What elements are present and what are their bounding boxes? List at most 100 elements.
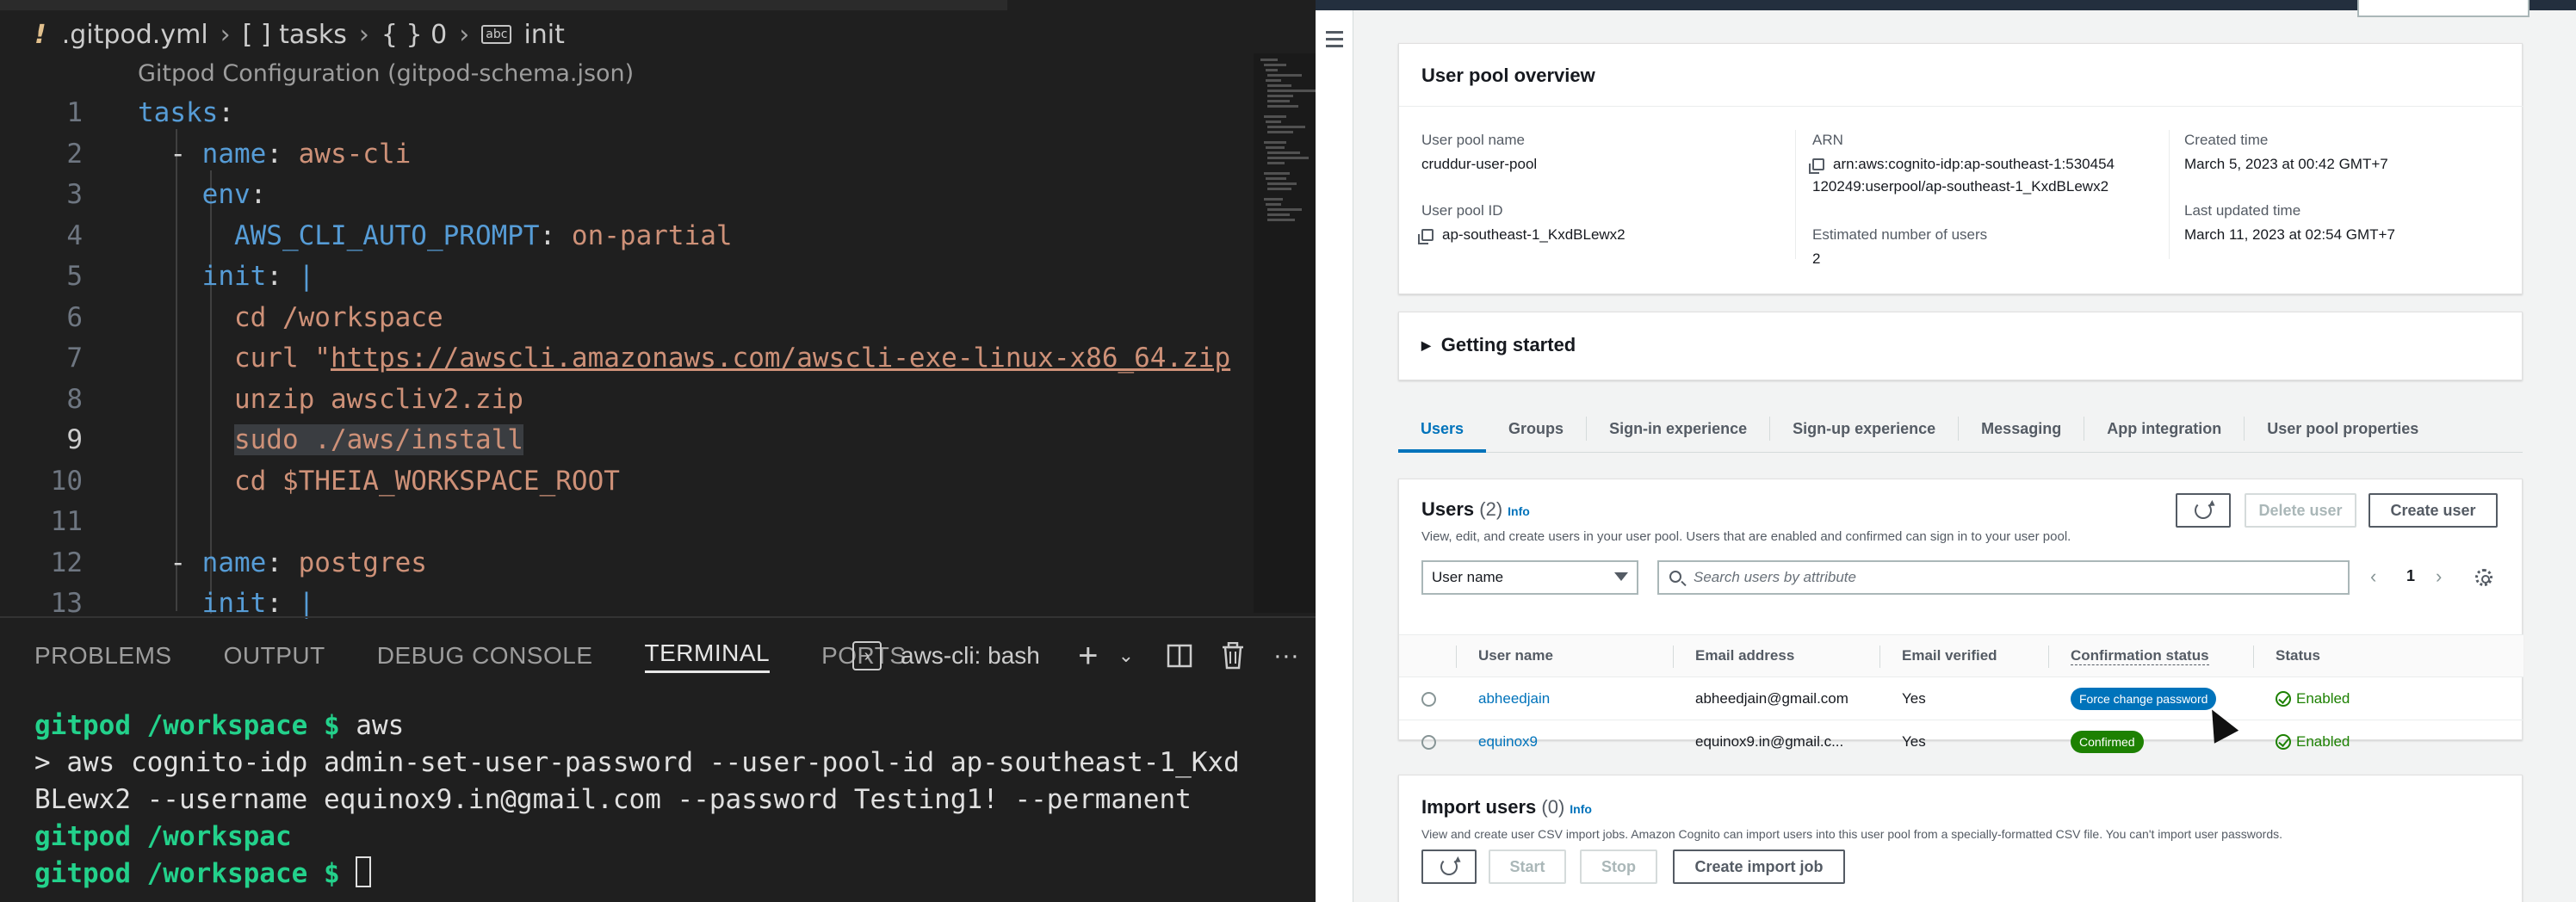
overview-title: User pool overview [1421,65,1595,86]
next-page-icon[interactable]: › [2436,565,2442,588]
chevron-down-icon[interactable]: ⌄ [1109,639,1143,673]
col-confirmation[interactable]: Confirmation status [2071,647,2209,665]
tab-sign-in-experience[interactable]: Sign-in experience [1586,417,1769,441]
tab-app-integration[interactable]: App integration [2084,417,2244,441]
arn-line-1: arn:aws:cognito-idp:ap-southeast-1:53045… [1833,156,2115,172]
stop-button[interactable]: Stop [1580,849,1657,884]
chevron-right-icon: › [358,19,369,50]
code-line: 11 [50,506,83,537]
terminal-cursor [356,856,372,887]
code-line: 1 tasks: [66,97,234,128]
code-line: 6 cd /workspace [66,301,443,333]
menu-icon[interactable] [1326,31,1343,52]
pool-id-group: User pool ID ap-southeast-1_KxdBLewx2 [1418,202,1625,244]
caret-down-icon [1614,572,1628,581]
import-users-card: Import users (0) Info View and create use… [1398,775,2523,902]
info-link[interactable]: Info [1570,802,1592,816]
string-type-icon: abc [481,25,512,44]
breadcrumb-tasks[interactable]: [ ] tasks [243,20,347,50]
user-link[interactable]: equinox9 [1478,733,1538,751]
refresh-button[interactable] [2176,493,2231,528]
user-search-input[interactable]: Search users by attribute [1657,560,2350,595]
start-button[interactable]: Start [1489,849,1566,884]
user-pool-tabs: Users Groups Sign-in experience Sign-up … [1398,405,2523,453]
row-radio[interactable] [1421,735,1436,750]
pool-name: cruddur-user-pool [1421,156,1538,172]
check-circle-icon [2276,734,2291,750]
attribute-select[interactable]: User name [1421,560,1638,595]
code-line: 13 init: | [50,588,315,619]
code-line: 12 - name: postgres [50,547,427,578]
tab-debug-console[interactable]: DEBUG CONSOLE [377,642,593,670]
split-terminal-icon[interactable] [1162,639,1197,673]
terminal-name[interactable]: aws-cli: bash [901,642,1040,670]
tab-sign-up-experience[interactable]: Sign-up experience [1769,417,1958,441]
schema-hint: Gitpod Configuration (gitpod-schema.json… [138,60,635,87]
trash-icon[interactable] [1216,639,1250,673]
check-circle-icon [2276,691,2291,707]
table-row[interactable]: equinox9 equinox9.in@gmail.c... Yes Conf… [1399,720,2523,763]
code-editor[interactable]: 1 tasks: 2 - name: aws-cli 3 env: 4 AWS_C… [0,93,1257,625]
tab-strip [0,0,1007,10]
arn-line-2: 120249:userpool/ap-southeast-1_KxdBLewx2 [1812,178,2109,195]
gear-icon[interactable] [2475,569,2492,586]
col-email[interactable]: Email address [1695,647,1794,664]
created-group: Created time March 5, 2023 at 00:42 GMT+… [2184,132,2388,172]
page-number[interactable]: 1 [2406,567,2415,585]
pool-name-group: User pool name cruddur-user-pool [1421,132,1538,172]
create-import-job-button[interactable]: Create import job [1673,849,1845,884]
code-line: 9 sudo ./aws/install [66,424,523,455]
getting-started-title: Getting started [1440,334,1576,355]
breadcrumb-file[interactable]: .gitpod.yml [62,20,208,50]
code-line: 5 init: | [66,261,315,292]
table-row[interactable]: abheedjain abheedjain@gmail.com Yes Forc… [1399,677,2523,720]
tab-problems[interactable]: PROBLEMS [34,642,172,670]
terminal-output[interactable]: gitpod /workspace $ aws > aws cognito-id… [34,707,1240,893]
info-link[interactable]: Info [1508,504,1530,518]
create-user-button[interactable]: Create user [2369,493,2498,528]
code-line: 4 AWS_CLI_AUTO_PROMPT: on-partial [66,219,733,251]
panel-divider[interactable] [0,616,1316,618]
col-status[interactable]: Status [2276,647,2320,664]
top-action-button[interactable] [2357,0,2530,17]
updated-group: Last updated time March 11, 2023 at 02:5… [2184,202,2395,243]
side-nav [1316,10,1353,902]
search-icon [1669,571,1681,583]
users-card: Users (2) Info View, edit, and create use… [1398,479,2523,753]
status-badge: Force change password [2071,688,2217,710]
breadcrumb-index[interactable]: { } 0 [381,20,447,50]
refresh-icon [2195,502,2212,519]
plus-icon[interactable]: + [1071,637,1105,675]
breadcrumb-init[interactable]: init [523,20,564,50]
code-line: 10 cd $THEIA_WORKSPACE_ROOT [50,465,620,497]
refresh-icon [1440,858,1458,875]
col-user-name[interactable]: User name [1478,647,1553,664]
prev-page-icon[interactable]: ‹ [2370,565,2376,588]
row-radio[interactable] [1421,692,1436,707]
user-link[interactable]: abheedjain [1478,690,1550,707]
tab-terminal[interactable]: TERMINAL [644,639,771,673]
tab-users[interactable]: Users [1398,405,1487,453]
copy-icon[interactable] [1418,229,1434,244]
minimap[interactable] [1254,53,1316,613]
aws-console: User pool overview User pool name cruddu… [1316,0,2576,902]
panel-tabs: PROBLEMS OUTPUT DEBUG CONSOLE TERMINAL P… [34,637,907,675]
caret-right-icon: ▶ [1421,337,1431,352]
tab-user-pool-properties[interactable]: User pool properties [2244,417,2441,441]
arn-group: ARN arn:aws:cognito-idp:ap-southeast-1:5… [1809,132,2115,195]
copy-icon[interactable] [1809,158,1824,174]
refresh-button[interactable] [1421,849,1477,884]
col-email-verified[interactable]: Email verified [1902,647,1997,664]
pool-id: ap-southeast-1_KxdBLewx2 [1442,226,1625,243]
tab-messaging[interactable]: Messaging [1958,417,2084,441]
code-line: 7 curl "https://awscli.amazonaws.com/aws… [66,343,1231,374]
user-email: equinox9.in@gmail.c... [1695,733,1844,750]
email-verified: Yes [1902,690,1926,707]
more-actions-icon[interactable]: ··· [1269,639,1303,673]
tab-groups[interactable]: Groups [1486,417,1586,441]
tab-output[interactable]: OUTPUT [224,642,325,670]
users-description: View, edit, and create users in your use… [1421,529,2071,544]
terminal-icon: › [852,641,882,670]
delete-user-button[interactable]: Delete user [2245,493,2356,528]
getting-started-card[interactable]: ▶ Getting started [1398,312,2523,380]
